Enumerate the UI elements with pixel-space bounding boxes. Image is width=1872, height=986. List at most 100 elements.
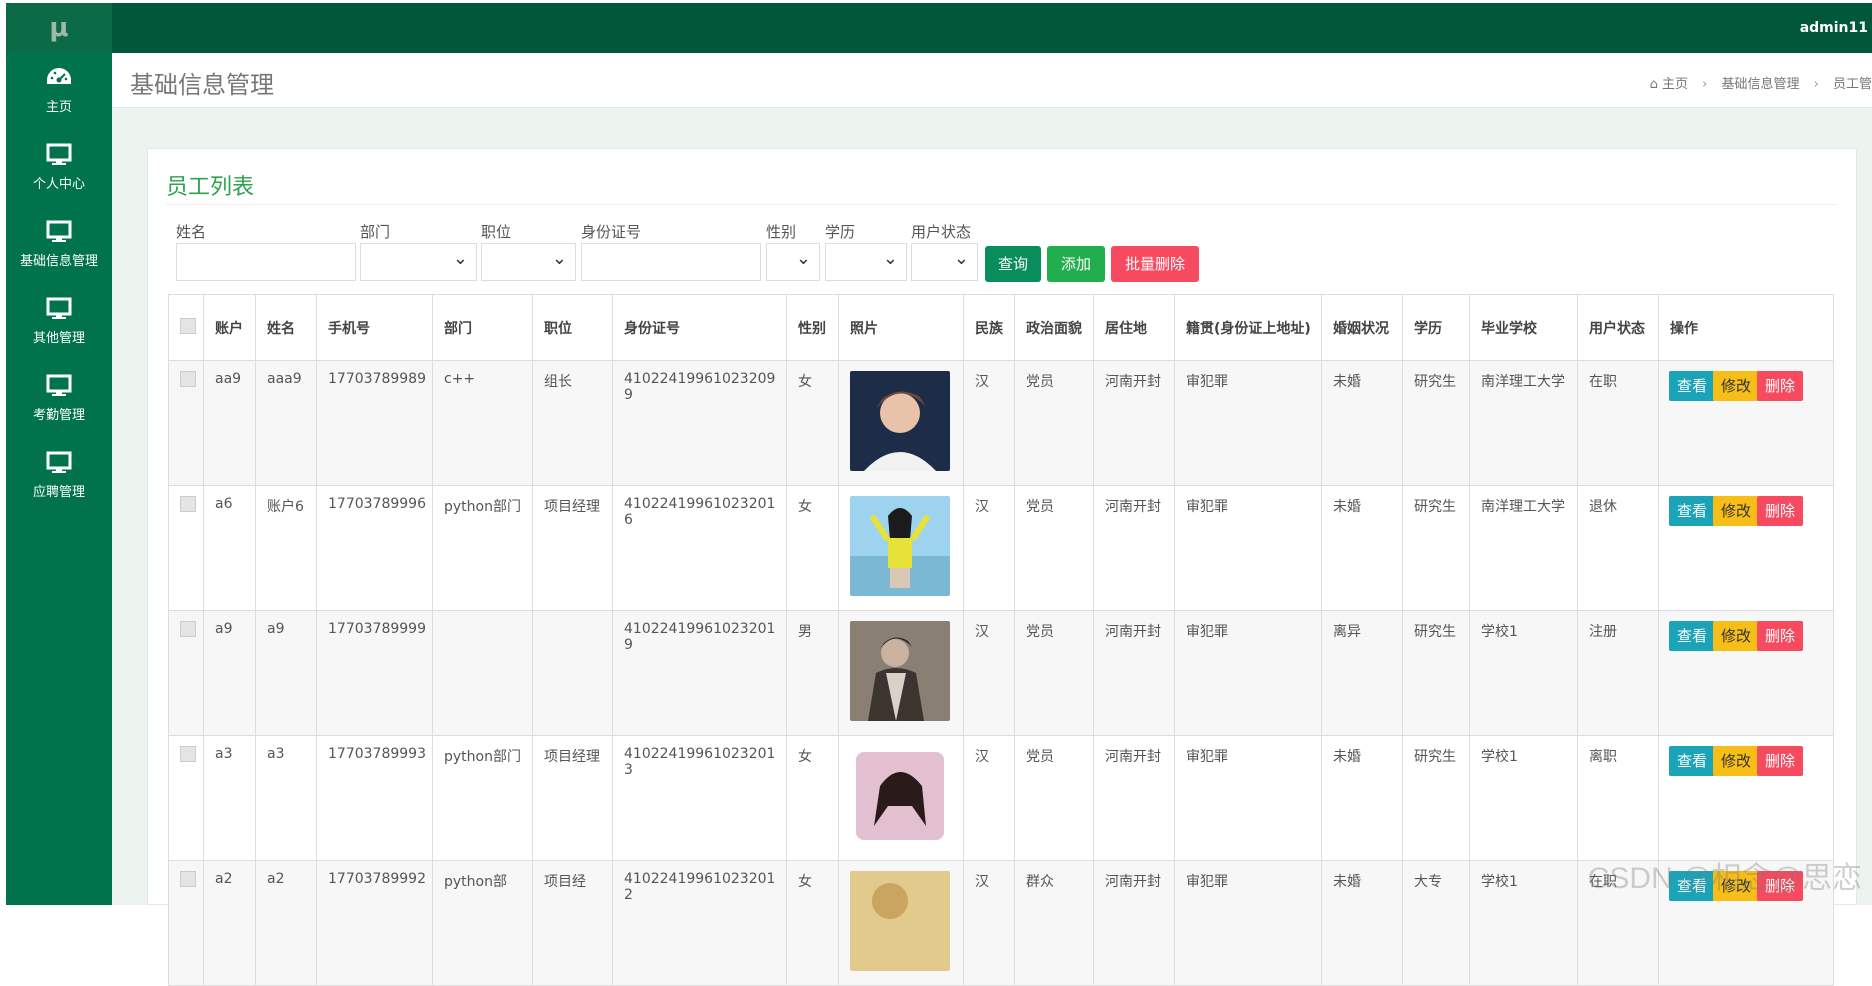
cell-native: 审犯罪 <box>1175 361 1322 486</box>
position-select[interactable] <box>481 243 576 281</box>
cell-name: a2 <box>256 861 317 986</box>
filter-label: 职位 <box>481 221 576 243</box>
employee-photo[interactable] <box>850 371 950 471</box>
cell-photo <box>839 486 964 611</box>
filter-status: 用户状态 <box>911 221 978 281</box>
breadcrumb-basic-info[interactable]: 基础信息管理 <box>1721 77 1799 92</box>
idcard-input[interactable] <box>581 243 761 281</box>
cell-phone: 17703789999 <box>317 611 433 736</box>
sidebar-item-home[interactable]: 主页 <box>6 53 112 130</box>
name-input[interactable] <box>176 243 356 281</box>
breadcrumb-employee: 员工管 <box>1833 77 1872 92</box>
table-row: a3 a3 17703789993 python部门 项目经理 41022419… <box>169 736 1834 861</box>
delete-button[interactable]: 删除 <box>1757 746 1803 776</box>
edit-button[interactable]: 修改 <box>1713 496 1759 526</box>
col-status: 用户状态 <box>1578 295 1659 361</box>
cell-education: 大专 <box>1403 861 1470 986</box>
breadcrumb-home[interactable]: 主页 <box>1662 77 1688 92</box>
cell-marital: 未婚 <box>1322 736 1403 861</box>
dashboard-icon <box>44 65 74 91</box>
watermark: CSDN @相念@思恋 <box>1588 853 1862 897</box>
cell-phone: 17703789992 <box>317 861 433 986</box>
education-select[interactable] <box>825 243 907 281</box>
app-logo[interactable]: μ <box>6 3 112 53</box>
cell-dept <box>433 611 533 736</box>
edit-button[interactable]: 修改 <box>1713 371 1759 401</box>
cell-residence: 河南开封 <box>1094 361 1175 486</box>
edit-button[interactable]: 修改 <box>1713 621 1759 651</box>
cell-school: 学校1 <box>1470 861 1578 986</box>
row-checkbox[interactable] <box>180 621 196 637</box>
query-button[interactable]: 查询 <box>985 246 1041 282</box>
employee-photo[interactable] <box>850 621 950 721</box>
table-row: aa9 aaa9 17703789989 c++ 组长 410224199610… <box>169 361 1834 486</box>
cell-photo <box>839 736 964 861</box>
status-select[interactable] <box>911 243 978 281</box>
cell-residence: 河南开封 <box>1094 486 1175 611</box>
col-actions: 操作 <box>1659 295 1834 361</box>
filter-education: 学历 <box>825 221 907 281</box>
cell-status: 注册 <box>1578 611 1659 736</box>
sidebar-item-other[interactable]: 其他管理 <box>6 284 112 361</box>
filter-label: 性别 <box>766 221 820 243</box>
dept-select[interactable] <box>360 243 477 281</box>
sidebar-item-personal-center[interactable]: 个人中心 <box>6 130 112 207</box>
filter-label: 姓名 <box>176 221 356 243</box>
delete-button[interactable]: 删除 <box>1757 621 1803 651</box>
table-row: a6 账户6 17703789996 python部门 项目经理 4102241… <box>169 486 1834 611</box>
cell-gender: 女 <box>787 361 839 486</box>
cell-idcard: 410224199610232013 <box>613 736 787 861</box>
view-button[interactable]: 查看 <box>1669 496 1715 526</box>
sidebar-item-recruitment[interactable]: 应聘管理 <box>6 438 112 515</box>
filter-label: 身份证号 <box>581 221 761 243</box>
table-row: a2 a2 17703789992 python部 项目经 4102241996… <box>169 861 1834 986</box>
add-button[interactable]: 添加 <box>1047 246 1105 282</box>
filter-name: 姓名 <box>176 221 356 281</box>
col-residence: 居住地 <box>1094 295 1175 361</box>
cell-ethnic: 汉 <box>964 861 1015 986</box>
employee-photo[interactable] <box>850 871 950 971</box>
col-account: 账户 <box>204 295 256 361</box>
edit-button[interactable]: 修改 <box>1713 746 1759 776</box>
employee-photo[interactable] <box>850 746 950 846</box>
cell-political: 党员 <box>1015 486 1094 611</box>
view-button[interactable]: 查看 <box>1669 621 1715 651</box>
sidebar-item-basic-info[interactable]: 基础信息管理 <box>6 207 112 284</box>
monitor-icon <box>44 450 74 476</box>
monitor-icon <box>44 142 74 168</box>
cell-native: 审犯罪 <box>1175 861 1322 986</box>
cell-name: aaa9 <box>256 361 317 486</box>
col-position: 职位 <box>533 295 613 361</box>
cell-school: 学校1 <box>1470 736 1578 861</box>
panel-title: 员工列表 <box>166 169 254 201</box>
row-checkbox[interactable] <box>180 371 196 387</box>
cell-native: 审犯罪 <box>1175 486 1322 611</box>
col-gender: 性别 <box>787 295 839 361</box>
filter-label: 用户状态 <box>911 221 978 243</box>
gender-select[interactable] <box>766 243 820 281</box>
employee-photo[interactable] <box>850 496 950 596</box>
row-checkbox[interactable] <box>180 746 196 762</box>
cell-actions: 查看修改删除 <box>1659 736 1834 861</box>
delete-button[interactable]: 删除 <box>1757 371 1803 401</box>
cell-position: 组长 <box>533 361 613 486</box>
cell-marital: 未婚 <box>1322 486 1403 611</box>
select-all-checkbox[interactable] <box>180 318 196 334</box>
cell-photo <box>839 611 964 736</box>
cell-marital: 未婚 <box>1322 361 1403 486</box>
sidebar-item-label: 主页 <box>46 100 72 115</box>
batch-delete-button[interactable]: 批量删除 <box>1111 246 1199 282</box>
view-button[interactable]: 查看 <box>1669 371 1715 401</box>
row-checkbox[interactable] <box>180 871 196 887</box>
row-checkbox[interactable] <box>180 496 196 512</box>
employee-table: 账户 姓名 手机号 部门 职位 身份证号 性别 照片 民族 政治面貌 居住地 籍… <box>168 294 1834 986</box>
cell-idcard: 410224199610232012 <box>613 861 787 986</box>
col-school: 毕业学校 <box>1470 295 1578 361</box>
cell-dept: c++ <box>433 361 533 486</box>
delete-button[interactable]: 删除 <box>1757 496 1803 526</box>
sidebar-item-attendance[interactable]: 考勤管理 <box>6 361 112 438</box>
cell-native: 审犯罪 <box>1175 611 1322 736</box>
cell-gender: 男 <box>787 611 839 736</box>
user-menu[interactable]: admin11 <box>1800 3 1872 53</box>
view-button[interactable]: 查看 <box>1669 746 1715 776</box>
